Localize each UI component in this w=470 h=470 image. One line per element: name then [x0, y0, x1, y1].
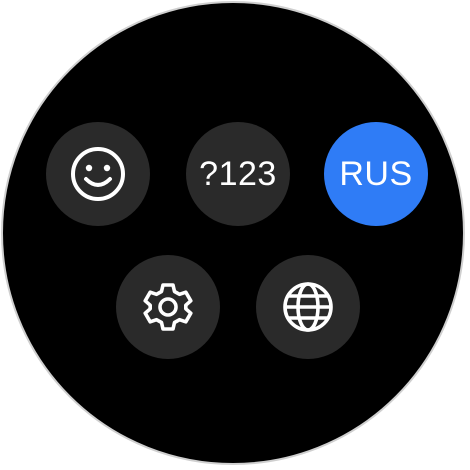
language-label: RUS	[339, 154, 413, 193]
watch-screen: ?123 RUS	[1, 1, 465, 465]
smiley-icon	[68, 144, 128, 204]
emoji-button[interactable]	[46, 122, 150, 226]
gear-icon	[140, 279, 196, 335]
language-button[interactable]: RUS	[324, 122, 428, 226]
globe-icon	[280, 279, 336, 335]
symbols-label: ?123	[199, 154, 277, 193]
globe-button[interactable]	[256, 255, 360, 359]
settings-button[interactable]	[116, 255, 220, 359]
symbols-button[interactable]: ?123	[186, 122, 290, 226]
